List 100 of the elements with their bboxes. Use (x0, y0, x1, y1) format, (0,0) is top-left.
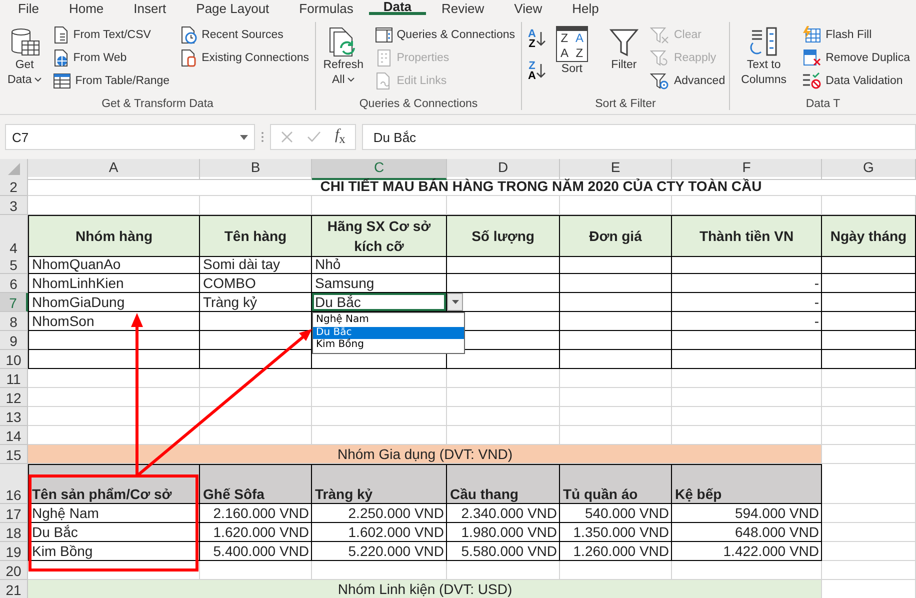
ribbon-button[interactable]: Advanced (648, 70, 728, 91)
ribbon-button[interactable]: Flash Fill (800, 24, 912, 45)
row-header[interactable]: 19 (0, 542, 28, 561)
ribbon-tab[interactable]: View (500, 0, 556, 18)
ribbon-button[interactable]: Remove Duplica (800, 47, 912, 68)
funnel-gear-icon (650, 72, 670, 90)
row-header[interactable]: 17 (0, 504, 28, 523)
ribbon-button[interactable]: Queries & Connections (372, 24, 517, 45)
name-box[interactable]: C7 (5, 124, 255, 150)
ribbon-tab[interactable]: Formulas (285, 0, 368, 18)
check-icon[interactable] (307, 131, 321, 143)
row-header[interactable]: 4 (0, 215, 28, 257)
header-cell: Số lượng (447, 215, 560, 257)
ribbon-tab[interactable]: Data (369, 0, 426, 15)
row-header[interactable]: 13 (0, 407, 28, 426)
row-header[interactable]: 15 (0, 445, 28, 464)
column-header[interactable]: E (560, 159, 672, 180)
table-cell: - (672, 274, 822, 293)
row-header[interactable]: 18 (0, 523, 28, 542)
sort-button[interactable]: Z A (526, 56, 548, 86)
table-cell: - (672, 293, 822, 312)
remove-duplicates-icon (802, 48, 822, 66)
ribbon-button[interactable]: From Web (51, 47, 172, 68)
header-cell: Đơn giá (560, 215, 672, 257)
ribbon-tab[interactable]: Insert (120, 0, 180, 18)
down-arrow-icon (536, 31, 546, 47)
ribbon-button[interactable]: Recent Sources (178, 24, 311, 45)
table-cell: 540.000 VND (560, 504, 672, 523)
table-cell: 1.422.000 VND (672, 542, 822, 561)
down-arrow-icon (536, 63, 546, 79)
table-cell: COMBO (200, 274, 312, 293)
funnel-clear-icon (650, 26, 670, 44)
dropdown-option[interactable]: Du Bắc (313, 326, 464, 339)
table-icon (53, 72, 72, 90)
ribbon-button[interactable]: Get Data (4, 24, 46, 90)
row-header[interactable]: 20 (0, 561, 28, 580)
row-header[interactable]: 9 (0, 331, 28, 350)
table-cell: 594.000 VND (672, 504, 822, 523)
ribbon-button[interactable]: From Table/Range (51, 70, 172, 91)
ribbon-button[interactable]: Refresh All (320, 24, 367, 90)
table-cell: 1.602.000 VND (312, 523, 447, 542)
ribbon-button[interactable]: Text to Columns (734, 24, 794, 90)
funnel-refresh-icon (650, 48, 670, 66)
table-cell: Tràng kỷ (200, 293, 312, 312)
column-header[interactable]: C (312, 159, 447, 180)
dropdown-option[interactable]: Kim Bồng (313, 339, 464, 352)
cylinder-document-icon (180, 48, 198, 66)
row-header[interactable]: 5 (0, 255, 28, 274)
row-header[interactable]: 14 (0, 426, 28, 445)
row-header[interactable]: 11 (0, 369, 28, 388)
lightning-table-icon (802, 26, 822, 44)
header-cell: Cầu thang (447, 464, 560, 504)
ribbon-tab[interactable]: Page Layout (182, 0, 284, 18)
grip-icon (261, 131, 264, 143)
globe-document-icon (53, 48, 70, 66)
sort-button[interactable]: A Z (526, 24, 548, 54)
clock-document-icon (180, 26, 198, 44)
table-cell: 648.000 VND (672, 523, 822, 542)
header-cell: Ghế Sôfa (200, 464, 312, 504)
column-header[interactable]: D (447, 159, 560, 180)
row-header[interactable]: 6 (0, 274, 28, 293)
table-cell: NhomQuanAo (28, 255, 200, 274)
row-header[interactable]: 16 (0, 464, 28, 504)
table-cell: Somi dài tay (200, 255, 312, 274)
table-cell: Nghệ Nam (28, 504, 200, 523)
caret-icon (452, 300, 458, 304)
ribbon-tab[interactable]: Help (558, 0, 613, 18)
list-icon (374, 48, 393, 66)
ribbon-button[interactable]: From Text/CSV (51, 24, 172, 45)
sheet-title: CHI TIẾT MAU BÁN HÀNG TRONG NĂM 2020 CỦA CTY TOÀN CẦU (28, 177, 916, 196)
select-all-icon[interactable] (8, 163, 20, 175)
insert-function-button[interactable]: f$_{x}$ (335, 127, 346, 147)
column-header[interactable]: F (672, 159, 822, 180)
row-header[interactable]: 3 (0, 196, 28, 215)
header-cell: Kệ bếp (672, 464, 822, 504)
table-cell: Kim Bồng (28, 542, 200, 561)
row-header[interactable]: 21 (0, 580, 28, 598)
dropdown-option[interactable]: Nghệ Nam (313, 314, 464, 326)
row-header[interactable]: 2 (0, 177, 28, 196)
ribbon-button[interactable]: Existing Connections (178, 47, 311, 68)
ribbon-button[interactable]: Data Validation (800, 70, 912, 91)
row-header[interactable]: 12 (0, 388, 28, 407)
ribbon-tab[interactable]: Home (54, 0, 118, 18)
ribbon-button[interactable]: Z A A Z Sort (554, 24, 590, 79)
ribbon-tab[interactable]: Review (428, 0, 498, 18)
cancel-icon[interactable] (281, 131, 293, 143)
row-header[interactable]: 8 (0, 312, 28, 331)
ribbon-tab[interactable]: File (4, 0, 53, 18)
data-validation-icon (802, 72, 822, 90)
column-header[interactable]: G (822, 159, 916, 180)
group-label: Get & Transform Data (100, 98, 214, 110)
ribbon-button[interactable]: Filter (606, 24, 642, 75)
column-header[interactable]: A (28, 159, 200, 180)
row-header[interactable]: 10 (0, 350, 28, 369)
formula-field[interactable]: Du Bắc (362, 124, 916, 150)
sort-grid-icon: Z A A Z (556, 26, 588, 62)
row-header[interactable]: 7 (0, 293, 28, 312)
section-band: Nhóm Linh kiện (DVT: USD) (28, 580, 822, 598)
table-cell: 2.340.000 VND (447, 504, 560, 523)
dropdown-button[interactable] (447, 293, 463, 311)
